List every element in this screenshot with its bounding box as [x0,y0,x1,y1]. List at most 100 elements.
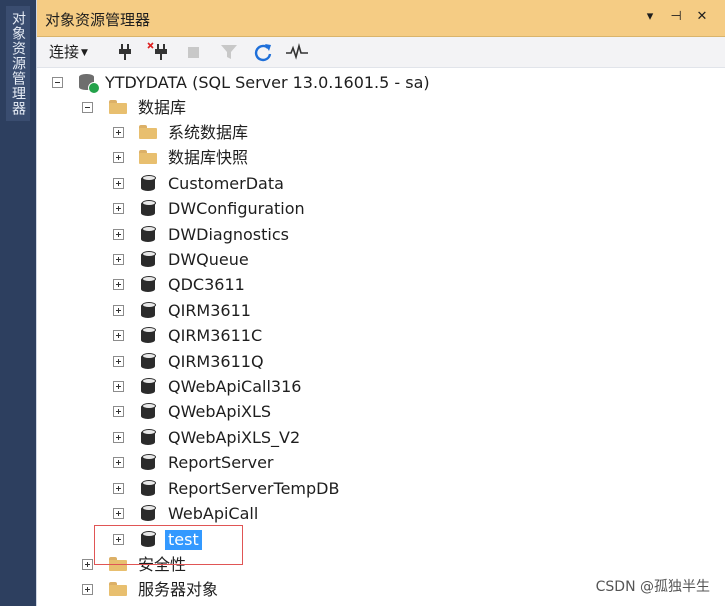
connect-dropdown-button[interactable]: 连接 ▼ [49,42,88,62]
database-label: QDC3611 [168,275,245,294]
database-label: ReportServer [168,453,274,472]
database-label: DWQueue [168,250,249,269]
window-position-dropdown-icon[interactable]: ▾ [641,8,659,26]
connect-plug-icon[interactable] [117,42,133,62]
database-label: test [165,530,202,550]
database-icon [141,453,156,472]
expand-icon[interactable] [113,203,124,214]
tree-node-database[interactable]: DWConfiguration [37,197,725,222]
security-folder-label: 安全性 [138,555,187,574]
tree-node-database[interactable]: CustomerData [37,172,725,197]
expand-icon[interactable] [82,559,93,570]
system-databases-label: 系统数据库 [168,123,249,142]
database-label: QIRM3611 [168,301,251,320]
tree-node-database-selected[interactable]: test [37,528,725,553]
database-icon [141,225,156,244]
tree-node-database[interactable]: DWDiagnostics [37,223,725,248]
expand-icon[interactable] [113,152,124,163]
tree-node-security-folder[interactable]: 安全性 [37,553,725,578]
activity-monitor-icon[interactable] [285,42,309,62]
stop-icon[interactable] [187,42,201,62]
expand-icon[interactable] [113,254,124,265]
expand-icon[interactable] [113,229,124,240]
expand-icon[interactable] [82,584,93,595]
expand-icon[interactable] [113,508,124,519]
database-icon [141,174,156,193]
tree-node-database[interactable]: QIRM3611 [37,299,725,324]
expand-icon[interactable] [113,381,124,392]
database-label: CustomerData [168,174,284,193]
database-label: QWebApiXLS [168,402,272,421]
database-icon [141,377,156,396]
expand-icon[interactable] [113,356,124,367]
expand-icon[interactable] [113,330,124,341]
expand-icon[interactable] [113,432,124,443]
expand-icon[interactable] [113,534,124,545]
databases-folder-label: 数据库 [138,98,187,117]
panel-title: 对象资源管理器 [45,11,151,29]
database-icon [141,479,156,498]
database-snapshots-label: 数据库快照 [168,148,249,167]
database-icon [141,199,156,218]
tree-node-database[interactable]: QWebApiXLS [37,400,725,425]
tree-node-system-databases[interactable]: 系统数据库 [37,121,725,146]
server-connected-icon [79,72,100,94]
filter-icon[interactable] [220,42,238,62]
tree-node-database[interactable]: QIRM3611Q [37,350,725,375]
database-label: QIRM3611C [168,326,263,345]
expand-icon[interactable] [113,127,124,138]
expand-icon[interactable] [113,457,124,468]
tree-node-database[interactable]: QDC3611 [37,273,725,298]
tree-node-database[interactable]: WebApiCall [37,502,725,527]
expand-icon[interactable] [113,279,124,290]
database-label: QWebApiXLS_V2 [168,428,301,447]
expand-icon[interactable] [113,483,124,494]
database-label: DWConfiguration [168,199,305,218]
database-icon [141,326,156,345]
database-label: ReportServerTempDB [168,479,340,498]
database-label: QIRM3611Q [168,352,264,371]
collapse-icon[interactable] [52,77,63,88]
database-icon [141,428,156,447]
refresh-icon[interactable] [253,42,273,62]
expand-icon[interactable] [113,305,124,316]
database-icon [141,301,156,320]
database-label: QWebApiCall316 [168,377,302,396]
server-objects-folder-label: 服务器对象 [138,580,219,599]
tree-node-database[interactable]: QWebApiXLS_V2 [37,426,725,451]
tree-node-databases-folder[interactable]: 数据库 [37,96,725,121]
tree-node-database[interactable]: DWQueue [37,248,725,273]
tree-node-database[interactable]: QIRM3611C [37,324,725,349]
expand-icon[interactable] [113,406,124,417]
connect-label: 连接 [49,43,80,61]
database-label: DWDiagnostics [168,225,289,244]
tree-node-server[interactable]: YTDYDATA (SQL Server 13.0.1601.5 - sa) [37,71,725,96]
database-icon [141,530,156,549]
database-icon [141,275,156,294]
close-icon[interactable]: ✕ [693,8,711,26]
folder-icon [109,100,127,114]
tree-node-database[interactable]: ReportServer [37,451,725,476]
folder-icon [139,125,157,139]
side-tab-strip: 对象资源管理器 [0,0,36,606]
folder-icon [109,582,127,596]
panel-title-bar: 对象资源管理器 ▾ ⊣ ✕ [37,0,725,37]
database-icon [141,402,156,421]
object-explorer-tree: YTDYDATA (SQL Server 13.0.1601.5 - sa) 数… [37,68,725,606]
disconnect-plug-icon[interactable] [147,42,169,62]
database-label: WebApiCall [168,504,259,523]
object-explorer-side-tab[interactable]: 对象资源管理器 [6,6,30,121]
tree-node-database[interactable]: ReportServerTempDB [37,477,725,502]
tree-node-database[interactable]: QWebApiCall316 [37,375,725,400]
tree-node-database-snapshots[interactable]: 数据库快照 [37,146,725,171]
database-icon [141,352,156,371]
folder-icon [109,557,127,571]
chevron-down-icon: ▼ [81,48,88,58]
pin-icon[interactable]: ⊣ [667,8,685,26]
database-icon [141,250,156,269]
database-icon [141,504,156,523]
expand-icon[interactable] [113,178,124,189]
collapse-icon[interactable] [82,102,93,113]
object-explorer-toolbar: 连接 ▼ [37,37,725,68]
folder-icon [139,150,157,164]
